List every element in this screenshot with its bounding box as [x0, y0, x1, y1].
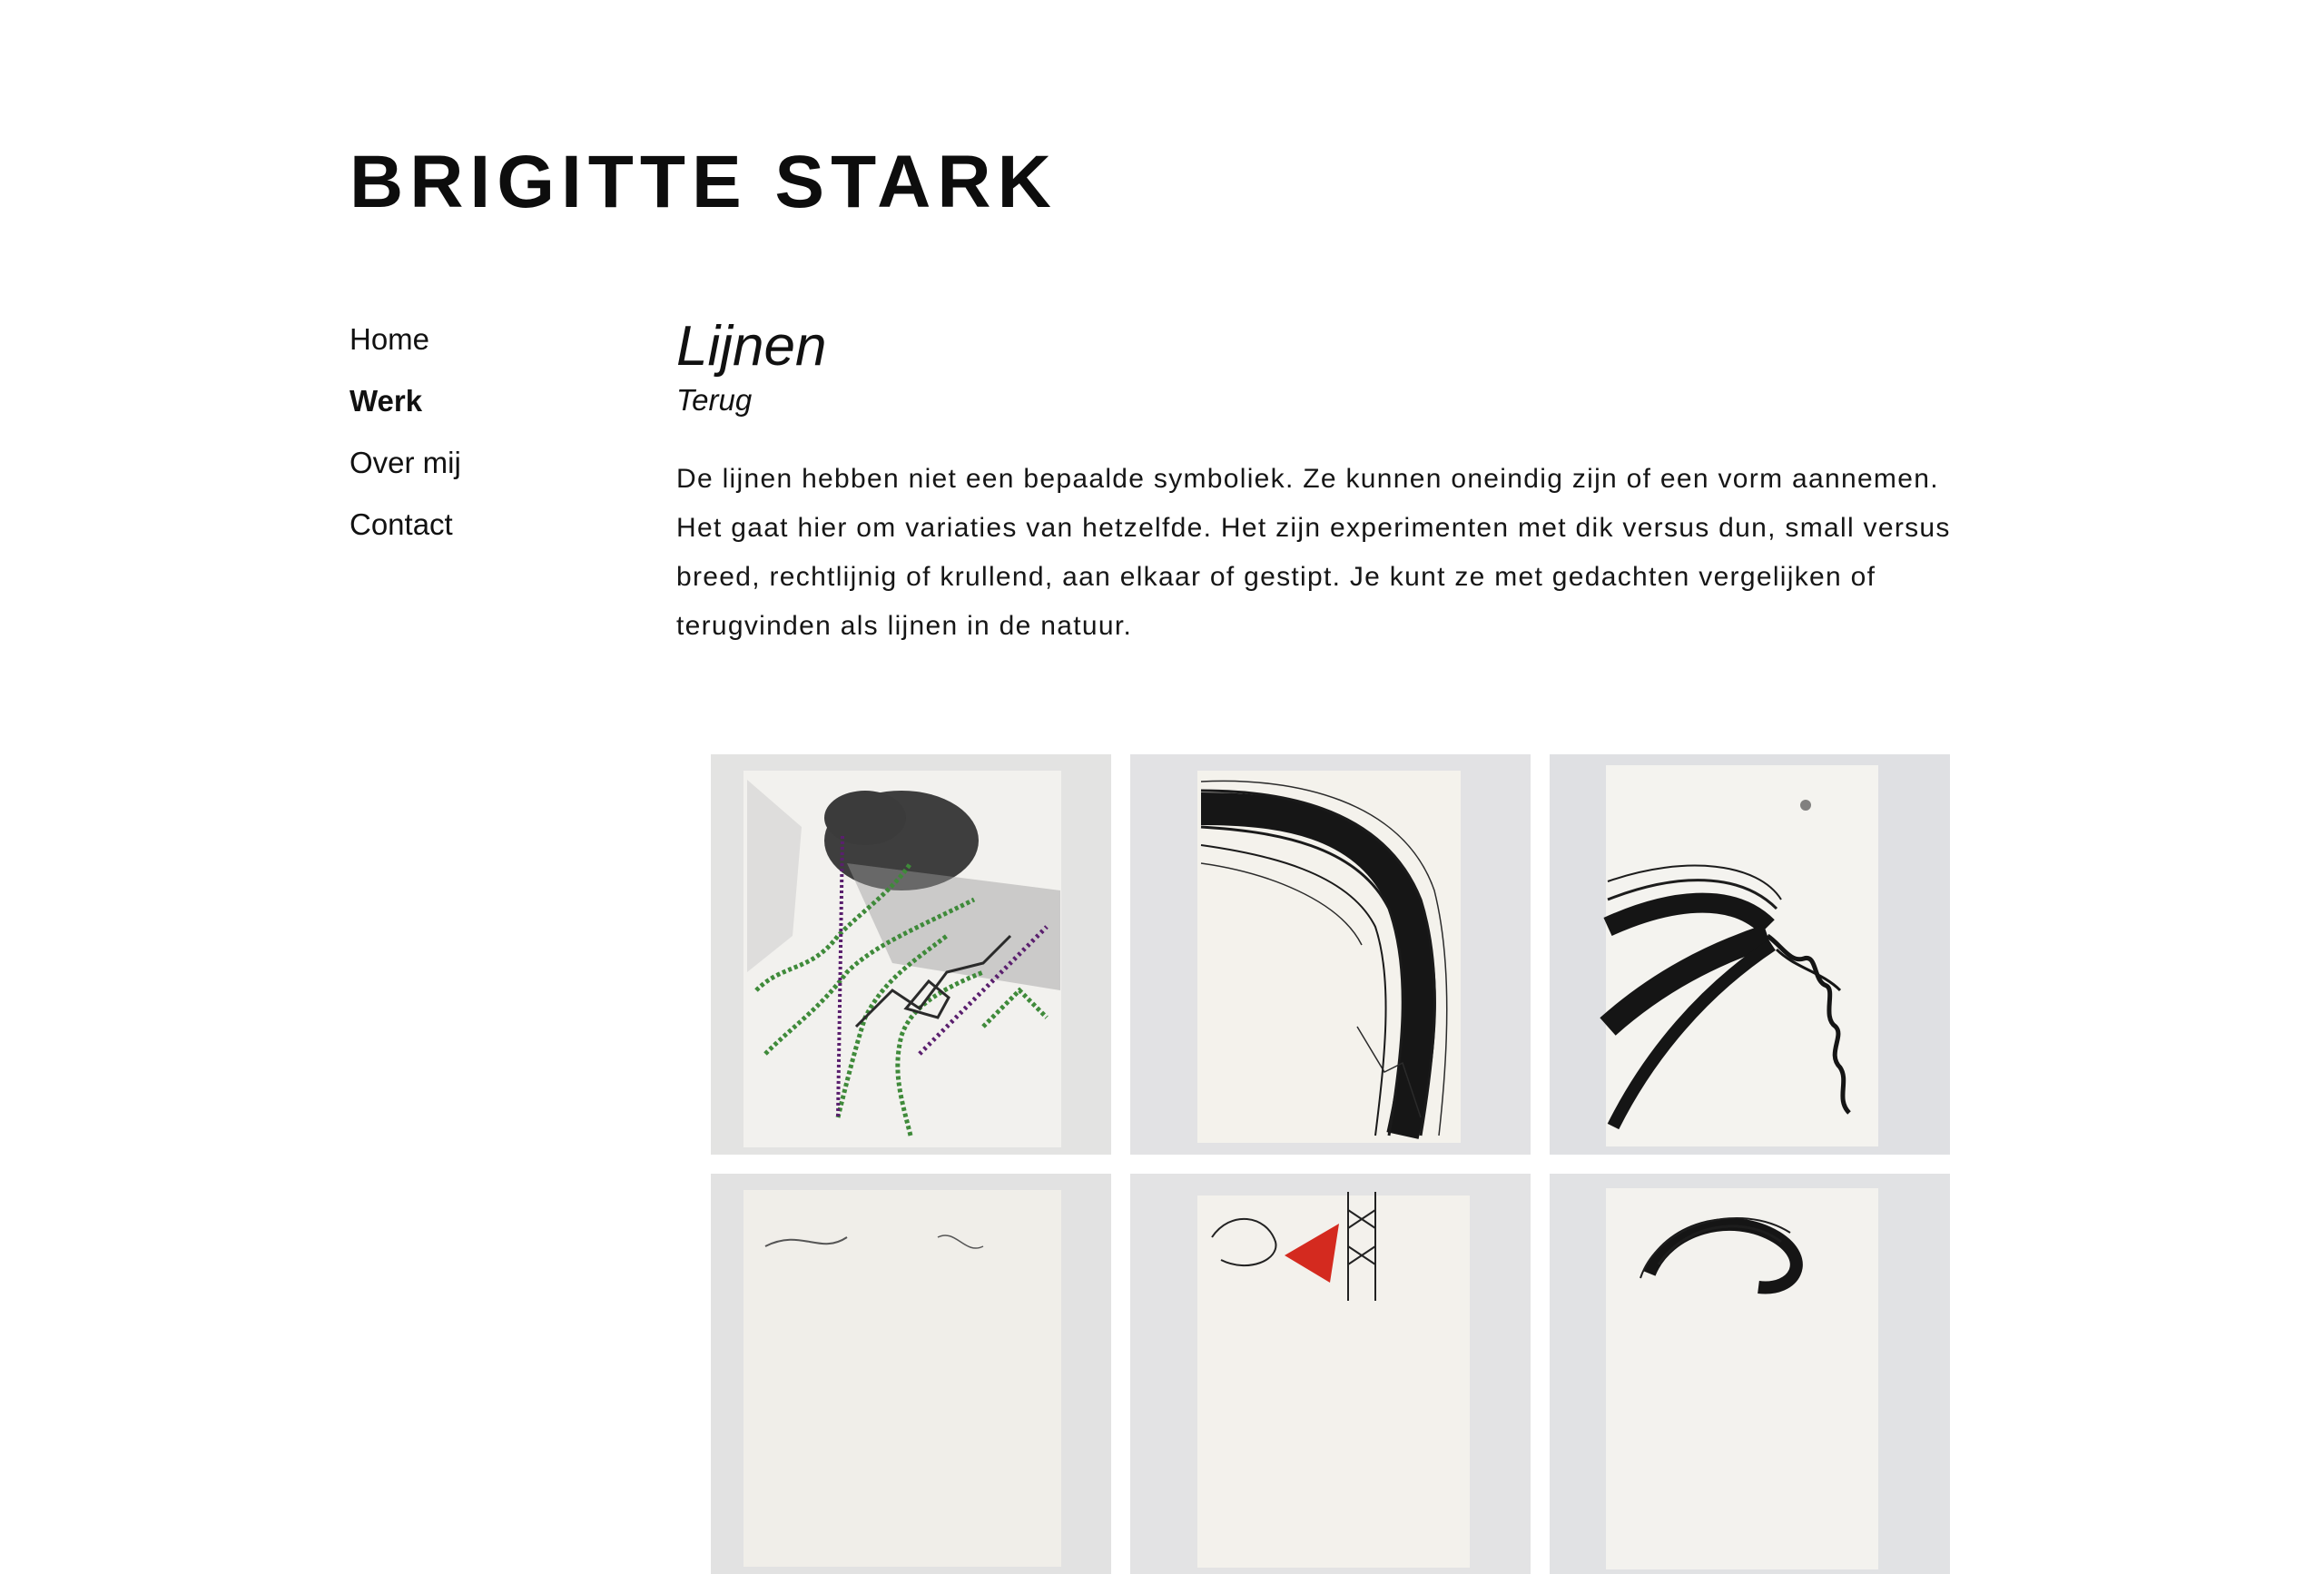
- artwork-gallery: [711, 754, 1951, 1574]
- gallery-tile-2[interactable]: [1130, 754, 1531, 1155]
- artwork-embroidered-lines-image: [711, 754, 1111, 1155]
- page-title: Lijnen: [676, 315, 827, 378]
- artwork-ink-wave-image: [1550, 754, 1950, 1155]
- main-content: Lijnen Terug De lijnen hebben niet een b…: [676, 313, 1993, 651]
- artwork-red-tower-image: [1130, 1174, 1531, 1574]
- nav-item-over-mij[interactable]: Over mij: [350, 432, 622, 494]
- site-title[interactable]: BRIGITTE STARK: [350, 145, 1058, 220]
- artwork-ink-arc-image: [1130, 754, 1531, 1155]
- nav-item-werk[interactable]: Werk: [350, 370, 622, 432]
- page-description: De lijnen hebben niet een bepaalde symbo…: [676, 464, 1951, 641]
- gallery-tile-4[interactable]: [711, 1174, 1111, 1574]
- artwork-faint-lines-image: [711, 1174, 1111, 1574]
- back-link[interactable]: Terug: [676, 380, 1993, 420]
- main-navigation: Home Werk Over mij Contact: [350, 309, 622, 556]
- gallery-tile-5[interactable]: [1130, 1174, 1531, 1574]
- artwork-ink-spiral-image: [1550, 1174, 1950, 1574]
- nav-item-contact[interactable]: Contact: [350, 494, 622, 556]
- gallery-tile-6[interactable]: [1550, 1174, 1950, 1574]
- nav-item-home[interactable]: Home: [350, 309, 622, 370]
- gallery-tile-3[interactable]: [1550, 754, 1950, 1155]
- gallery-tile-1[interactable]: [711, 754, 1111, 1155]
